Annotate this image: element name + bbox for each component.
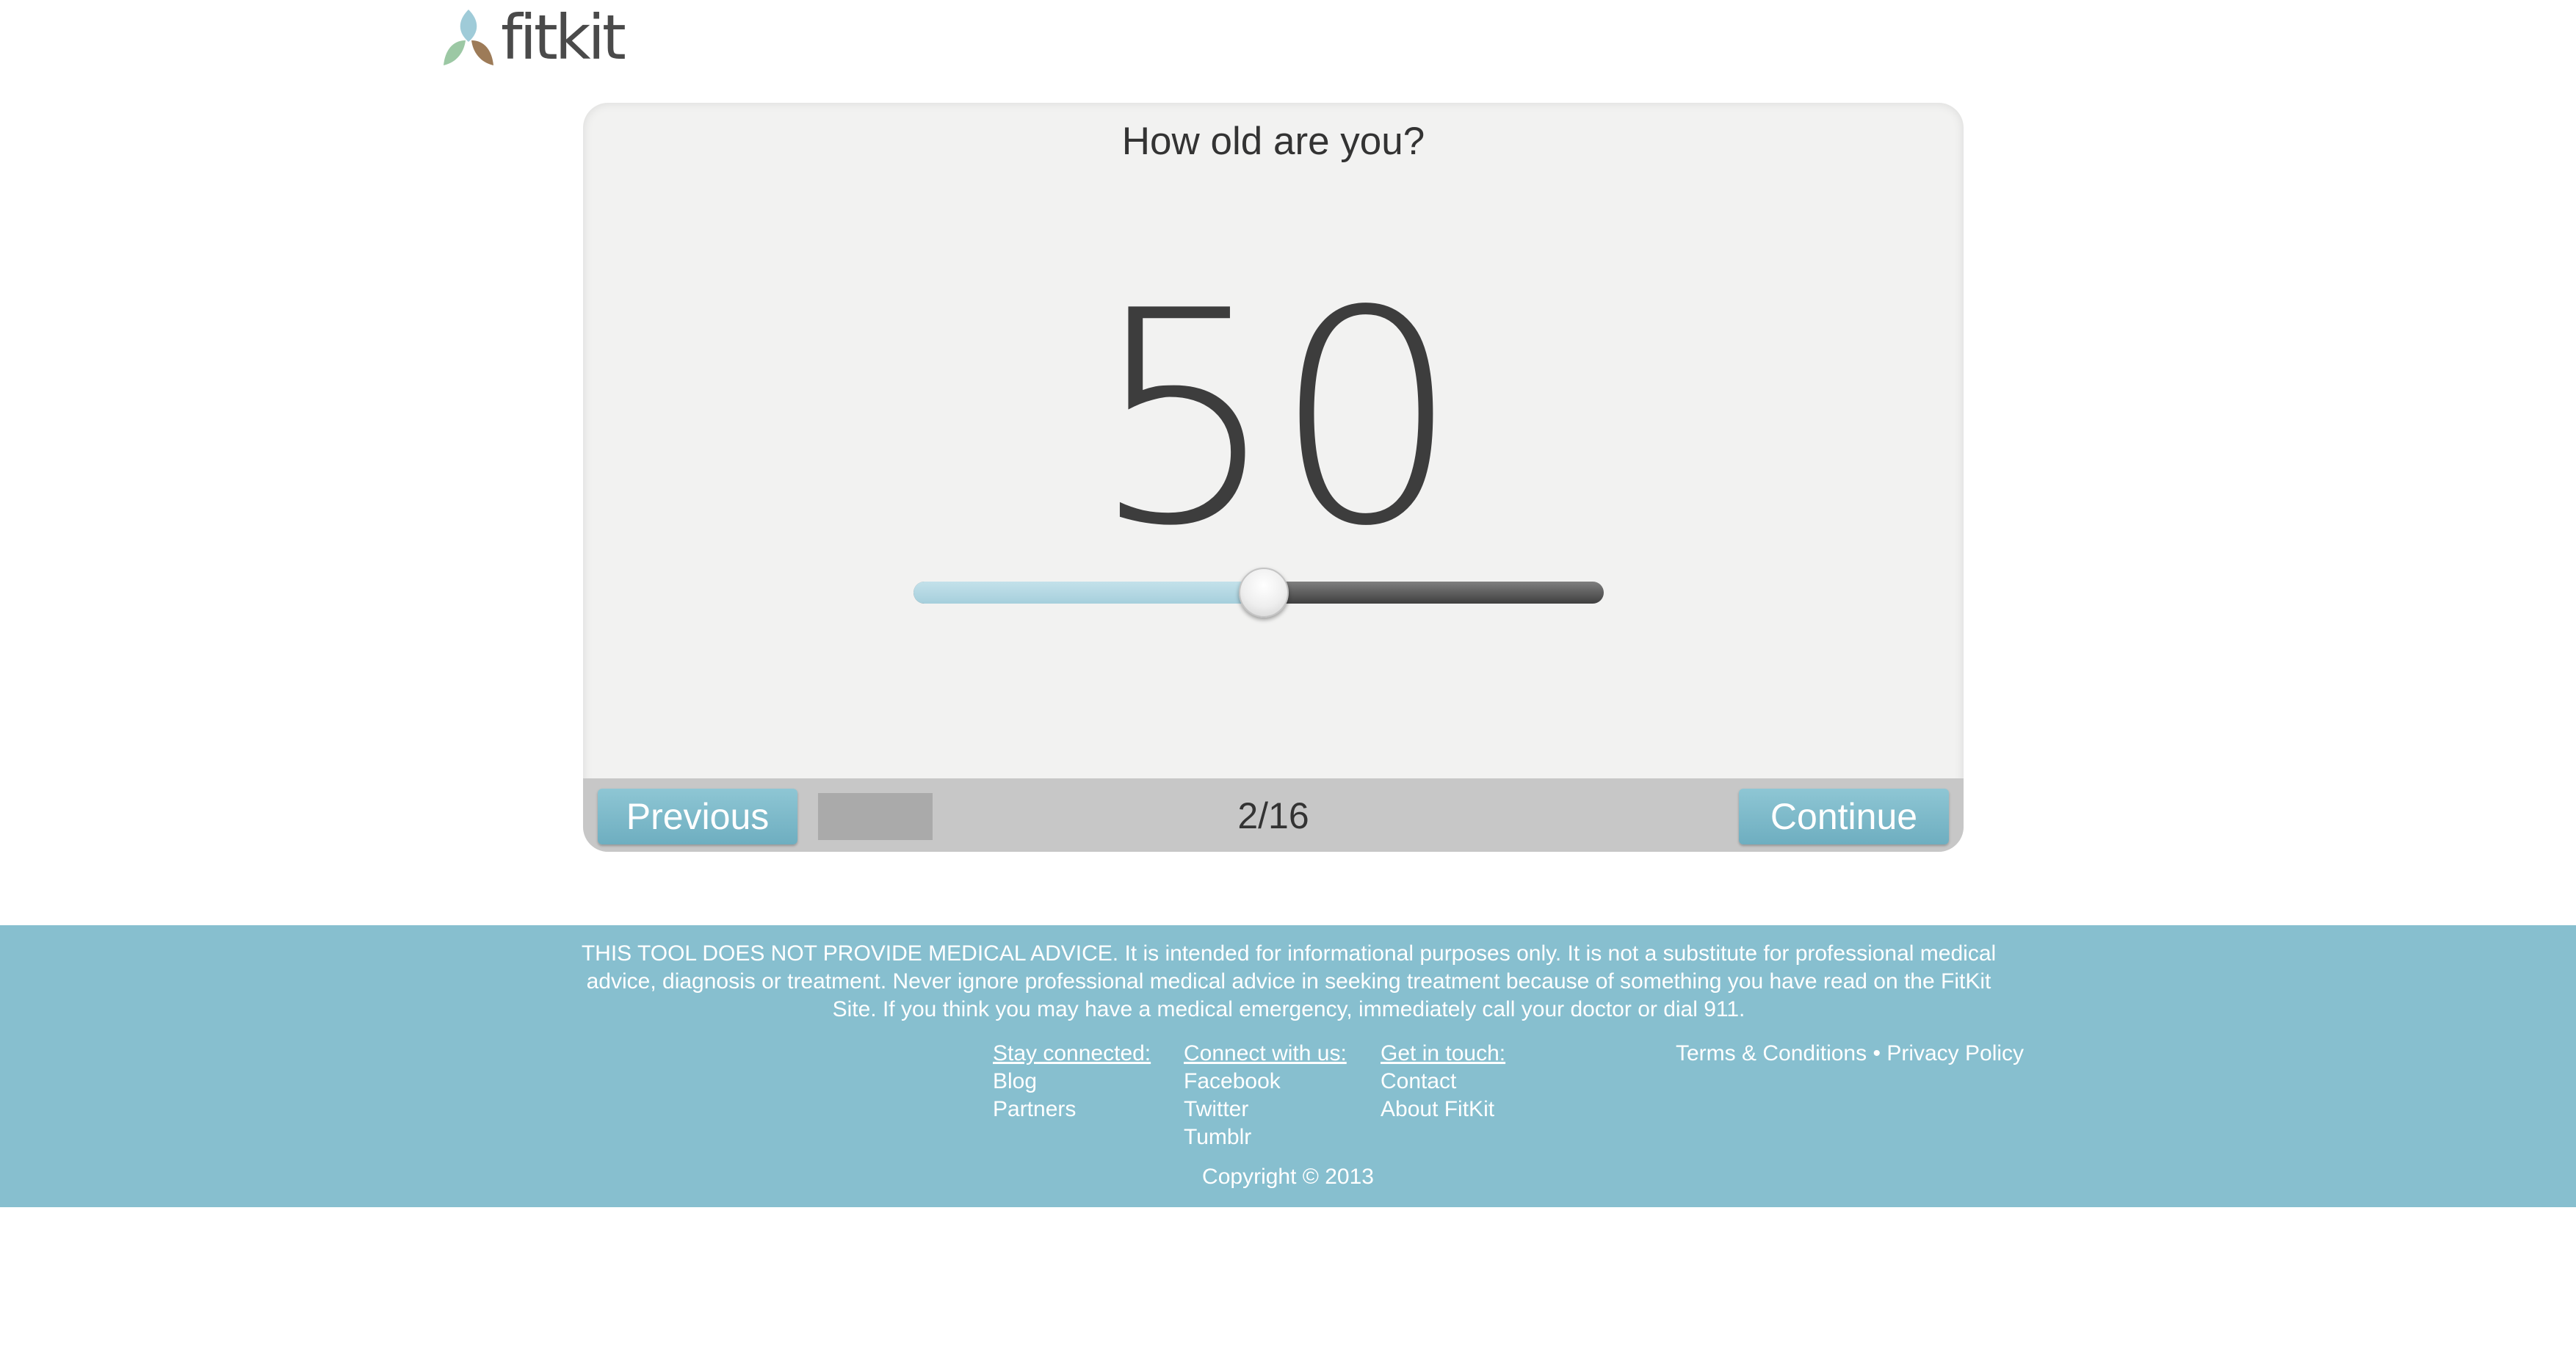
slider-thumb[interactable] — [1238, 568, 1289, 618]
stay-connected-title: Stay connected: — [993, 1041, 1151, 1065]
fitkit-logo[interactable]: fitkit — [441, 1, 626, 73]
copyright: Copyright © 2013 — [1202, 1165, 1374, 1189]
medical-disclaimer: THIS TOOL DOES NOT PROVIDE MEDICAL ADVIC… — [581, 941, 1997, 1021]
footer-link-twitter[interactable]: Twitter — [1184, 1096, 1347, 1123]
footer-link-about[interactable]: About FitKit — [1381, 1096, 1505, 1123]
footer-link-facebook[interactable]: Facebook — [1184, 1068, 1347, 1096]
logo-wordmark: fitkit — [501, 1, 626, 73]
quiz-navigation-bar: Previous 2/16 Continue — [583, 778, 1964, 852]
legal-links: Terms & Conditions • Privacy Policy — [1676, 1040, 2024, 1068]
privacy-link[interactable]: Privacy Policy — [1886, 1041, 2024, 1065]
quiz-card: How old are you? 50 Previous 2/16 Contin… — [583, 103, 1964, 852]
age-value-display: 50 — [1090, 249, 1461, 590]
connect-with-us-title: Connect with us: — [1184, 1041, 1347, 1065]
slider-fill — [913, 582, 1262, 604]
footer-link-contact[interactable]: Contact — [1381, 1068, 1505, 1096]
get-in-touch-column: Get in touch: Contact About FitKit — [1381, 1040, 1505, 1123]
question-title: How old are you? — [1121, 120, 1425, 163]
stay-connected-column: Stay connected: Blog Partners — [993, 1040, 1151, 1123]
footer-link-partners[interactable]: Partners — [993, 1096, 1151, 1123]
site-footer: THIS TOOL DOES NOT PROVIDE MEDICAL ADVIC… — [0, 925, 2576, 1207]
age-slider[interactable] — [913, 568, 1604, 618]
connect-with-us-column: Connect with us: Facebook Twitter Tumblr — [1184, 1040, 1347, 1151]
footer-link-tumblr[interactable]: Tumblr — [1184, 1123, 1347, 1151]
footer-link-blog[interactable]: Blog — [993, 1068, 1151, 1096]
page: fitkit How old are you? 50 Previous 2/16… — [0, 0, 2576, 1357]
continue-button[interactable]: Continue — [1739, 789, 1949, 844]
terms-link[interactable]: Terms & Conditions — [1676, 1041, 1867, 1065]
legal-separator: • — [1873, 1041, 1881, 1065]
leaf-logo-icon — [444, 10, 493, 65]
get-in-touch-title: Get in touch: — [1381, 1041, 1506, 1065]
